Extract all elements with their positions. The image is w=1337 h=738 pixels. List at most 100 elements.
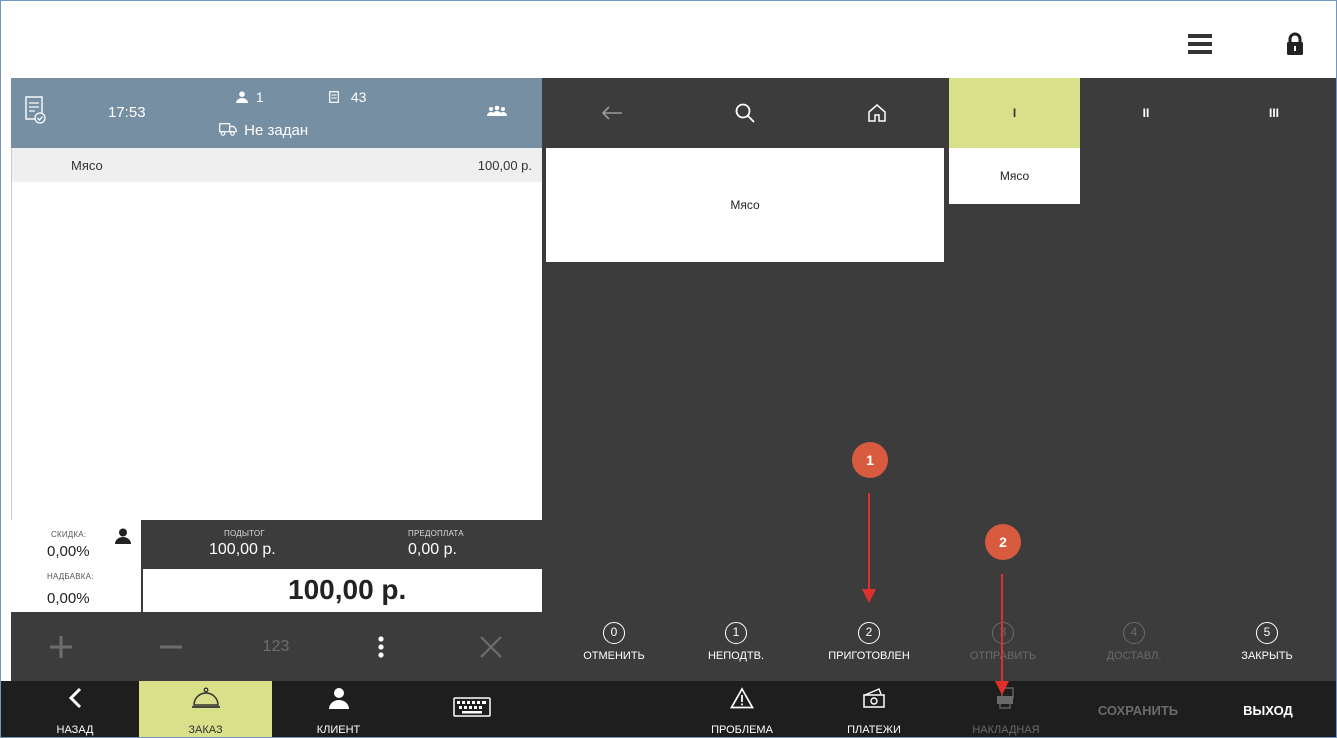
status-number: 0 [603, 622, 625, 644]
arrow-head-icon [862, 589, 876, 603]
discount-value: 0,00% [47, 543, 90, 560]
cheque-number: 43 [329, 89, 366, 105]
prepay-value: 0,00 р. [408, 541, 457, 558]
totals-panel: СКИДКА: 0,00% НАДБАВКА: 0,00% ПОДЫТОГ 10… [11, 520, 542, 612]
prepay-label: ПРЕДОПЛАТА [408, 529, 464, 538]
payments-button[interactable]: ПЛАТЕЖИ [809, 681, 939, 737]
order-item-name: Мясо [71, 158, 103, 173]
arrow-head-icon [995, 681, 1009, 695]
keypad-button[interactable]: 123 [246, 612, 306, 681]
status-label: ДОСТАВЛ. [1106, 650, 1162, 662]
subtotal-box: ПОДЫТОГ 100,00 р. ПРЕДОПЛАТА 0,00 р. [143, 520, 542, 567]
annotation-arrow-2 [1001, 574, 1003, 690]
menu-icon[interactable] [1188, 34, 1212, 54]
markup-value: 0,00% [47, 590, 90, 607]
order-label: ЗАКАЗ [188, 724, 223, 736]
discount-markup-box[interactable]: СКИДКА: 0,00% НАДБАВКА: 0,00% [11, 520, 141, 612]
order-item-price: 100,00 р. [477, 158, 532, 173]
warning-icon [730, 687, 754, 709]
status-label: ЗАКРЫТЬ [1241, 650, 1293, 662]
problem-button[interactable]: ПРОБЛЕМА [677, 681, 807, 737]
status-close-button[interactable]: 5 ЗАКРЫТЬ [1201, 615, 1333, 681]
delivery-value: Не задан [244, 122, 309, 139]
lock-icon[interactable] [1285, 32, 1305, 56]
invoice-label: НАКЛАДНАЯ [972, 724, 1040, 736]
search-button[interactable] [682, 78, 807, 148]
problem-label: ПРОБЛЕМА [711, 724, 773, 736]
status-number: 3 [992, 622, 1014, 644]
guests-value: 1 [255, 89, 264, 105]
bottom-bar: НАЗАД ЗАКАЗ КЛИЕНТ ПРОБЛЕМА ПЛАТЕЖИ НАКЛ… [1, 681, 1336, 737]
subtotal-value: 100,00 р. [209, 541, 276, 558]
status-unconfirmed-button[interactable]: 1 НЕПОДТВ. [670, 615, 802, 681]
client-label: КЛИЕНТ [316, 724, 361, 736]
tab-2[interactable]: II [1082, 78, 1210, 148]
order-status-row: 0 ОТМЕНИТЬ 1 НЕПОДТВ. 2 ПРИГОТОВЛЕН 3 ОТ… [542, 615, 1336, 681]
group-icon[interactable] [486, 105, 508, 117]
keyboard-icon [452, 697, 491, 717]
person-icon [328, 688, 349, 709]
home-icon [868, 104, 886, 122]
menu-panel: I II III Мясо Мясо 0 ОТМЕНИТЬ 1 НЕПОДТВ.… [542, 78, 1336, 681]
app-window: 17:53 1 43 Не задан Мясо 100,00 р. СКИДК… [0, 0, 1337, 738]
remove-button[interactable] [141, 612, 201, 681]
back-label: НАЗАД [56, 724, 94, 736]
order-time: 17:53 [108, 104, 146, 121]
order-header: 17:53 1 43 Не задан [11, 78, 542, 148]
status-label: ОТМЕНИТЬ [583, 650, 645, 662]
category-tile[interactable]: Мясо [546, 148, 944, 262]
person-icon [236, 91, 248, 103]
order-item-tools: 123 [11, 612, 542, 681]
order-item-row[interactable]: Мясо 100,00 р. [12, 148, 543, 182]
exit-button[interactable]: ВЫХОД [1203, 681, 1333, 737]
arrow-left-icon [601, 106, 622, 120]
tab-1[interactable]: I [949, 78, 1080, 148]
delete-button[interactable] [461, 612, 521, 681]
status-number: 5 [1256, 622, 1278, 644]
order-items-list: Мясо 100,00 р. [11, 148, 543, 520]
menu-nav-row: I II III [542, 78, 1336, 148]
more-vertical-icon [378, 635, 384, 658]
cloche-icon [191, 687, 220, 708]
status-send-button[interactable]: 3 ОТПРАВИТЬ [937, 615, 1069, 681]
status-label: ПРИГОТОВЛЕН [828, 650, 910, 662]
subtotal-label: ПОДЫТОГ [224, 529, 265, 538]
guests-count[interactable]: 1 [236, 89, 264, 105]
back-button[interactable]: НАЗАД [11, 681, 139, 737]
cheque-value: 43 [350, 89, 367, 105]
status-number: 2 [858, 622, 880, 644]
status-number: 1 [725, 622, 747, 644]
status-delivered-button[interactable]: 4 ДОСТАВЛ. [1068, 615, 1200, 681]
order-button[interactable]: ЗАКАЗ [139, 681, 272, 737]
markup-label: НАДБАВКА: [47, 572, 94, 581]
product-tile[interactable]: Мясо [949, 148, 1080, 204]
client-discount-icon [115, 528, 131, 544]
status-cancel-button[interactable]: 0 ОТМЕНИТЬ [548, 615, 680, 681]
status-number: 4 [1123, 622, 1145, 644]
receipt-icon [329, 91, 339, 103]
save-button[interactable]: СОХРАНИТЬ [1073, 681, 1203, 737]
status-label: НЕПОДТВ. [707, 650, 765, 662]
search-icon [735, 103, 755, 123]
status-cooked-button[interactable]: 2 ПРИГОТОВЛЕН [803, 615, 935, 681]
tab-3[interactable]: III [1210, 78, 1336, 148]
discount-label: СКИДКА: [51, 530, 87, 539]
nav-back-button[interactable] [542, 78, 682, 148]
close-icon [480, 635, 502, 658]
annotation-arrow-1 [868, 493, 870, 599]
keyboard-button[interactable] [405, 681, 538, 737]
more-options-button[interactable] [351, 612, 411, 681]
order-list-icon[interactable] [25, 96, 47, 126]
client-button[interactable]: КЛИЕНТ [272, 681, 405, 737]
cash-register-icon [863, 688, 885, 708]
annotation-badge-2: 2 [985, 524, 1021, 560]
delivery-truck-icon [219, 123, 237, 136]
total-value: 100,00 р. [288, 574, 407, 605]
annotation-badge-1: 1 [852, 442, 888, 478]
home-button[interactable] [807, 78, 947, 148]
minus-icon [160, 645, 182, 648]
add-button[interactable] [31, 612, 91, 681]
top-bar [1, 1, 1336, 78]
delivery-info[interactable]: Не задан [219, 122, 308, 139]
chevron-left-icon [68, 687, 82, 709]
